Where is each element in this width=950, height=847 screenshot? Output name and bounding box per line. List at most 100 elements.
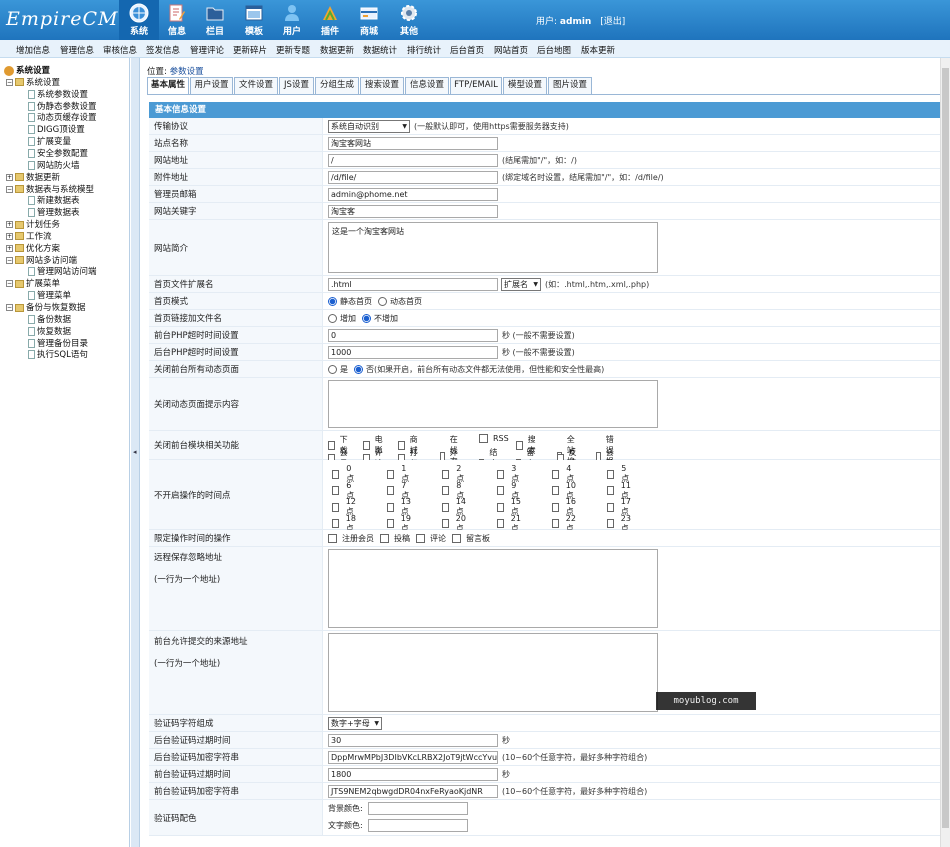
radio-close-no[interactable]: [354, 364, 363, 374]
sidebar-item[interactable]: − 系统设置: [6, 76, 60, 88]
menu-update-fragments[interactable]: 更新碎片: [233, 44, 267, 56]
module-column[interactable]: 栏目: [196, 0, 234, 40]
collapse-icon[interactable]: −: [6, 304, 13, 311]
module-user[interactable]: 用户: [273, 0, 311, 40]
ext-select[interactable]: 扩展名 ▼: [501, 277, 541, 291]
menu-update-topics[interactable]: 更新专题: [276, 44, 310, 56]
menu-admin-home[interactable]: 后台首页: [450, 44, 484, 56]
sidebar-item[interactable]: − 网站多访问端: [6, 254, 77, 266]
index-ext-input[interactable]: .html: [328, 277, 498, 291]
empirecms-logo[interactable]: EmpireCMS: [6, 8, 132, 30]
sidebar-item[interactable]: 系统设置: [4, 64, 50, 76]
vertical-scrollbar[interactable]: [940, 58, 950, 847]
menu-add-info[interactable]: 增加信息: [16, 44, 50, 56]
sidebar-item[interactable]: + 工作流: [6, 230, 52, 242]
menu-rank-stats[interactable]: 排行统计: [407, 44, 441, 56]
hour-checkbox[interactable]: [552, 502, 559, 512]
back-captcha-expire-input[interactable]: 30: [328, 733, 498, 747]
sidebar-item[interactable]: 新建数据表: [28, 194, 80, 206]
hour-checkbox[interactable]: [497, 519, 504, 528]
sidebar-item[interactable]: + 优化方案: [6, 242, 60, 254]
tab-user[interactable]: 用户设置: [190, 77, 233, 94]
hour-checkbox[interactable]: [497, 486, 505, 495]
module-plugin[interactable]: 插件: [311, 0, 349, 40]
back-php-timeout-input[interactable]: 1000: [328, 345, 498, 359]
sidebar-item[interactable]: 执行SQL语句: [28, 348, 88, 360]
hour-checkbox[interactable]: [442, 486, 450, 495]
radio-no-filename[interactable]: [362, 313, 371, 323]
sidebar-splitter[interactable]: ◂: [131, 58, 140, 847]
tab-ftp-email[interactable]: FTP/EMAIL: [450, 77, 502, 94]
close-tip-textarea[interactable]: [328, 380, 658, 428]
hour-checkbox[interactable]: [332, 519, 339, 528]
hour-checkbox[interactable]: [387, 469, 395, 479]
site-url-input[interactable]: /: [328, 153, 498, 167]
allowed-sources-textarea[interactable]: [328, 633, 658, 712]
hour-checkbox[interactable]: [387, 486, 395, 495]
expand-icon[interactable]: +: [6, 173, 13, 181]
tab-search[interactable]: 搜索设置: [360, 77, 404, 94]
hour-checkbox[interactable]: [442, 502, 449, 512]
tab-file[interactable]: 文件设置: [234, 77, 278, 94]
tab-model[interactable]: 模型设置: [503, 77, 547, 94]
admin-email-input[interactable]: admin@phome.net: [328, 187, 498, 201]
collapse-icon[interactable]: −: [6, 78, 13, 86]
menu-data-stats[interactable]: 数据统计: [363, 44, 397, 56]
scrollbar-thumb[interactable]: [942, 68, 949, 828]
menu-issue-info[interactable]: 签发信息: [146, 44, 180, 56]
sidebar-item[interactable]: − 数据表与系统模型: [6, 183, 94, 195]
module-shop[interactable]: 商城: [350, 0, 388, 40]
expand-icon[interactable]: +: [6, 232, 13, 240]
hour-checkbox[interactable]: [552, 519, 559, 528]
attach-url-input[interactable]: /d/file/: [328, 170, 498, 184]
hour-checkbox[interactable]: [387, 502, 394, 512]
expand-icon[interactable]: +: [6, 221, 13, 229]
menu-data-update[interactable]: 数据更新: [320, 44, 354, 56]
collapse-icon[interactable]: −: [6, 185, 13, 193]
remote-ignore-textarea[interactable]: [328, 549, 658, 628]
hour-checkbox[interactable]: [387, 519, 394, 528]
hour-checkbox[interactable]: [497, 469, 505, 479]
radio-dynamic-index[interactable]: [378, 296, 387, 306]
tab-info[interactable]: 信息设置: [405, 77, 449, 94]
sidebar-item[interactable]: 扩展变量: [28, 135, 71, 147]
sidebar-item[interactable]: 安全参数配置: [28, 147, 88, 159]
hour-checkbox[interactable]: [607, 502, 614, 512]
tab-basic[interactable]: 基本属性: [147, 77, 189, 94]
hour-checkbox[interactable]: [442, 469, 450, 479]
captcha-text-color-input[interactable]: [368, 819, 468, 832]
sidebar-item[interactable]: 伪静态参数设置: [28, 100, 97, 112]
checkbox-submit[interactable]: [380, 533, 389, 543]
sidebar-item[interactable]: 恢复数据: [28, 325, 71, 337]
tab-group-gen[interactable]: 分组生成: [315, 77, 359, 94]
checkbox-comment[interactable]: [416, 533, 425, 543]
logout-link[interactable]: [退出]: [600, 17, 625, 27]
hour-checkbox[interactable]: [552, 469, 560, 479]
captcha-chars-select[interactable]: 数字+字母 ▼: [328, 716, 382, 730]
module-other[interactable]: 其他: [390, 0, 428, 40]
sidebar-item[interactable]: 管理备份目录: [28, 337, 88, 349]
sidebar-item[interactable]: 管理网站访问端: [28, 265, 97, 277]
hour-checkbox[interactable]: [607, 469, 615, 479]
sidebar-item[interactable]: DIGG顶设置: [28, 123, 85, 135]
radio-add-filename[interactable]: [328, 313, 337, 323]
sidebar-item[interactable]: − 备份与恢复数据: [6, 301, 86, 313]
menu-manage-comments[interactable]: 管理评论: [190, 44, 224, 56]
module-info[interactable]: 信息: [158, 0, 196, 40]
protocol-select[interactable]: 系统自动识别 ▼: [328, 119, 410, 133]
module-system[interactable]: 系统: [119, 0, 159, 40]
tab-image[interactable]: 图片设置: [548, 77, 592, 94]
radio-close-yes[interactable]: [328, 364, 337, 374]
sidebar-item[interactable]: + 计划任务: [6, 218, 60, 230]
module-template[interactable]: 模板: [235, 0, 273, 40]
hour-checkbox[interactable]: [497, 502, 504, 512]
hour-checkbox[interactable]: [552, 486, 559, 495]
checkbox-register[interactable]: [328, 533, 337, 543]
tab-js[interactable]: JS设置: [279, 77, 314, 94]
sidebar-item[interactable]: 网站防火墙: [28, 159, 80, 171]
menu-manage-info[interactable]: 管理信息: [60, 44, 94, 56]
hour-checkbox[interactable]: [332, 469, 340, 479]
hour-checkbox[interactable]: [332, 502, 339, 512]
hour-checkbox[interactable]: [607, 486, 614, 495]
front-captcha-expire-input[interactable]: 1800: [328, 767, 498, 781]
